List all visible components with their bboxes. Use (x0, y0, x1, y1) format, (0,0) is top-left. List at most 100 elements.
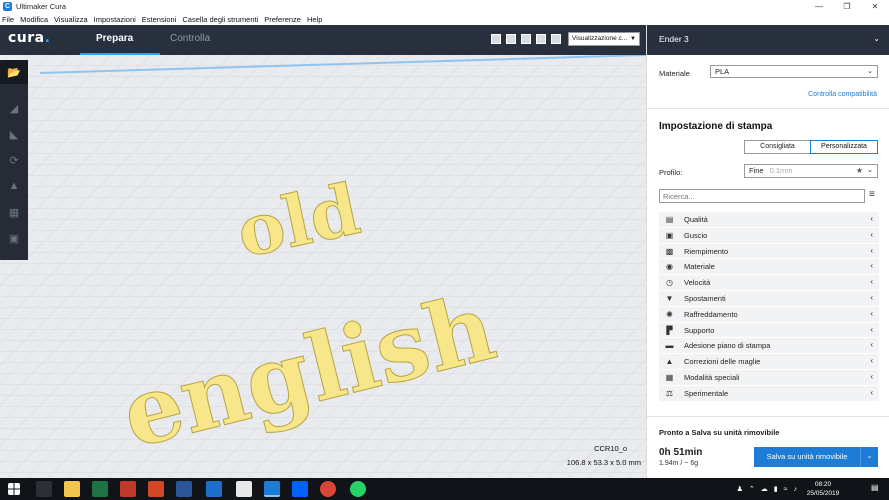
chevron-left-icon: ‹ (870, 277, 873, 287)
cura-logo: cura. (8, 30, 50, 46)
cura-taskbar-icon[interactable] (264, 481, 280, 497)
rotate-tool-icon[interactable]: ⟳ (0, 148, 28, 172)
divider (647, 416, 889, 417)
wifi-icon[interactable]: ≈ (784, 486, 788, 493)
cura-app-icon: C (3, 2, 12, 11)
settings-visibility-menu-icon[interactable]: ≡ (869, 189, 875, 200)
travel-icon: ▼ (665, 293, 674, 303)
setting-category-material[interactable]: ◉ Materiale ‹ (659, 259, 879, 276)
print-time: 0h 51min (659, 447, 703, 458)
tab-prepara[interactable]: Prepara (96, 33, 133, 44)
settings-search-input[interactable] (659, 189, 865, 203)
maximize-button[interactable]: ❐ (833, 0, 861, 13)
chevron-left-icon: ‹ (870, 245, 873, 255)
task-view-icon[interactable] (36, 481, 52, 497)
recommended-mode-button[interactable]: Consigliata (744, 140, 811, 154)
object-dimensions: 106.8 x 53.3 x 5.0 mm (566, 458, 641, 467)
minimize-button[interactable]: — (805, 0, 833, 13)
scale-tool-icon[interactable]: ◣ (0, 122, 28, 146)
menu-help[interactable]: Help (307, 15, 322, 24)
setting-category-cooling[interactable]: ✺ Raffreddamento ‹ (659, 306, 879, 323)
menu-file[interactable]: File (2, 15, 14, 24)
star-icon[interactable]: ★ (856, 165, 863, 177)
setting-category-mesh-fixes[interactable]: ▲ Correzioni delle maglie ‹ (659, 354, 879, 370)
view-orientation-group (491, 34, 566, 44)
view-type-select[interactable]: Visualizzazione c... ▼ (568, 32, 640, 46)
menu-modifica[interactable]: Modifica (20, 15, 48, 24)
chrome-icon[interactable] (320, 481, 336, 497)
dropbox-icon[interactable] (292, 481, 308, 497)
setting-category-shell[interactable]: ▣ Guscio ‹ (659, 227, 879, 244)
setting-category-special-modes[interactable]: ▦ Modalità speciali ‹ (659, 369, 879, 386)
whatsapp-icon[interactable] (350, 481, 366, 497)
print-setup-title: Impostazione di stampa (659, 121, 773, 132)
edge-icon[interactable] (206, 481, 222, 497)
custom-mode-button[interactable]: Personalizzata (810, 140, 878, 154)
3d-viewport[interactable]: old english ✎ (0, 55, 646, 478)
printer-selector[interactable]: Ender 3 ⌄ (647, 25, 889, 55)
people-icon[interactable]: ♟ (737, 485, 743, 493)
menu-casella-strumenti[interactable]: Casella degli strumenti (182, 15, 258, 24)
gift-app-icon[interactable] (120, 481, 136, 497)
windows-start-icon[interactable] (8, 483, 20, 495)
menu-visualizza[interactable]: Visualizza (54, 15, 88, 24)
per-model-settings-icon[interactable]: ▦ (0, 200, 28, 224)
save-options-chevron-icon[interactable]: ⌄ (860, 447, 878, 467)
setting-label: Adesione piano di stampa (684, 341, 771, 351)
experimental-icon: ⚖ (665, 388, 674, 398)
setting-category-travel[interactable]: ▼ Spostamenti ‹ (659, 290, 879, 307)
battery-icon[interactable]: ▮ (774, 485, 778, 493)
menu-estensioni[interactable]: Estensioni (142, 15, 177, 24)
view-left-icon[interactable] (536, 34, 546, 44)
mail-icon[interactable] (236, 481, 252, 497)
file-explorer-icon[interactable] (64, 481, 80, 497)
chevron-up-icon[interactable]: ⌃ (749, 485, 755, 493)
view-front-icon[interactable] (506, 34, 516, 44)
menu-preferenze[interactable]: Preferenze (264, 15, 301, 24)
profile-select[interactable]: Fine 0.1mm ★ ⌄ (744, 164, 878, 178)
profile-value: Fine (749, 166, 764, 175)
setting-category-speed[interactable]: ◷ Velocità ‹ (659, 275, 879, 291)
setting-category-experimental[interactable]: ⚖ Sperimentale ‹ (659, 385, 879, 402)
divider (647, 108, 889, 109)
object-name: CCR10_o (594, 444, 627, 453)
taskbar-clock[interactable]: 08:20 25/05/2019 (803, 480, 843, 498)
save-to-removable-button[interactable]: Salva su unità rimovibile (754, 447, 860, 467)
setting-category-support[interactable]: ▛ Supporto ‹ (659, 322, 879, 339)
material-value: PLA (715, 67, 730, 76)
mirror-tool-icon[interactable]: ▲ (0, 174, 28, 198)
support-blocker-icon[interactable]: ▣ (0, 226, 28, 250)
powerpoint-icon[interactable] (148, 481, 164, 497)
chevron-left-icon: ‹ (870, 214, 873, 223)
excel-icon[interactable] (92, 481, 108, 497)
view-top-icon[interactable] (521, 34, 531, 44)
setting-label: Raffreddamento (684, 309, 738, 319)
chevron-down-icon: ⌄ (867, 68, 873, 75)
material-select[interactable]: PLA ⌄ (710, 65, 878, 78)
move-tool-icon[interactable]: ◢ (0, 96, 28, 120)
material-icon: ◉ (666, 262, 673, 272)
close-button[interactable]: ✕ (861, 0, 889, 13)
word-icon[interactable] (176, 481, 192, 497)
onedrive-icon[interactable]: ☁ (761, 485, 768, 493)
adhesion-icon: ▬ (665, 341, 674, 351)
notification-center-icon[interactable]: ▤ (871, 483, 883, 495)
tab-controlla[interactable]: Controlla (170, 33, 210, 44)
menu-impostazioni[interactable]: Impostazioni (94, 15, 136, 24)
setting-category-adhesion[interactable]: ▬ Adesione piano di stampa ‹ (659, 338, 879, 355)
view-right-icon[interactable] (551, 34, 561, 44)
setting-category-infill[interactable]: ▩ Riempimento ‹ (659, 243, 879, 260)
setting-label: Modalità speciali (684, 372, 740, 382)
setting-category-quality[interactable]: ▤ Qualità ‹ (659, 212, 879, 228)
quality-icon: ▤ (665, 215, 674, 224)
open-file-icon[interactable]: 📂 (0, 60, 28, 84)
app-header: cura. Prepara Controlla Visualizzazione … (0, 25, 646, 55)
clock-time: 08:20 (814, 481, 832, 488)
volume-icon[interactable]: ♪ (794, 486, 798, 493)
view-3d-icon[interactable] (491, 34, 501, 44)
setting-label: Velocità (684, 278, 711, 288)
clock-date: 25/05/2019 (806, 490, 840, 497)
system-tray: ♟ ⌃ ☁ ▮ ≈ ♪ (731, 478, 797, 500)
setting-label: Qualità (684, 215, 708, 224)
check-compatibility-link[interactable]: Controlla compatibilità (808, 91, 877, 98)
